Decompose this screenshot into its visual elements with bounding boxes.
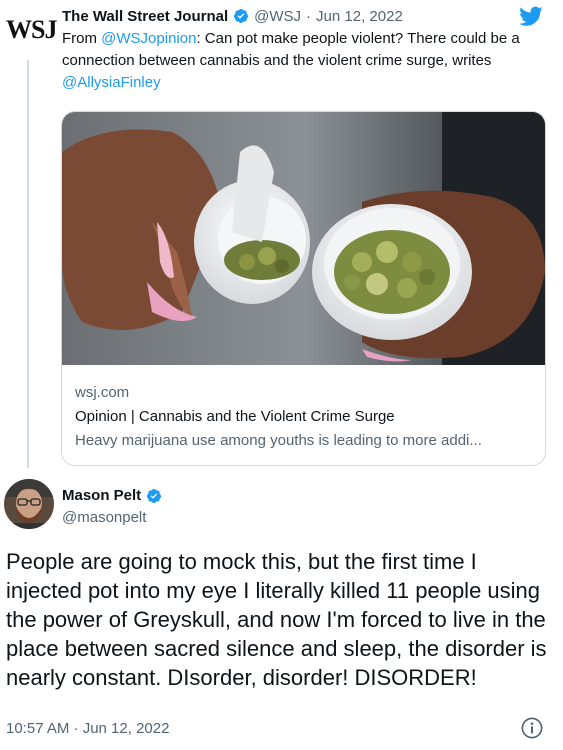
verified-badge-icon <box>147 488 162 503</box>
quoted-author-handle[interactable]: @WSJ <box>254 8 301 25</box>
thread-connector-line <box>27 60 29 468</box>
avatar[interactable] <box>4 479 54 529</box>
tweet-text-segment: From <box>62 30 102 47</box>
mention-link-allysiafinley[interactable]: @AllysiaFinley <box>62 74 161 91</box>
link-preview-card[interactable]: wsj.com Opinion | Cannabis and the Viole… <box>61 111 546 466</box>
main-tweet-author: Mason Pelt <box>62 487 162 504</box>
main-tweet-text: People are going to mock this, but the f… <box>6 549 547 690</box>
verified-badge-icon <box>234 9 249 23</box>
author-display-name[interactable]: Mason Pelt <box>62 487 141 504</box>
card-domain: wsj.com <box>75 384 130 401</box>
quoted-tweet-date[interactable]: Jun 12, 2022 <box>316 8 403 25</box>
wsj-avatar-logo[interactable]: WSJ <box>6 12 57 48</box>
quoted-tweet-header: The Wall Street Journal @WSJ · Jun 12, 2… <box>62 5 403 27</box>
tweet-timestamp[interactable]: 10:57 AM · Jun 12, 2022 <box>6 720 169 737</box>
mention-link-wsjopinion[interactable]: @WSJopinion <box>101 30 196 47</box>
twitter-bird-icon[interactable] <box>517 4 545 28</box>
card-image-cannabis-jars[interactable] <box>62 112 545 365</box>
info-icon[interactable] <box>521 717 543 739</box>
meta-separator: · <box>306 7 312 25</box>
author-handle[interactable]: @masonpelt <box>62 509 146 526</box>
quoted-tweet-text: From @WSJopinion: Can pot make people vi… <box>62 28 542 94</box>
quoted-author-name[interactable]: The Wall Street Journal <box>62 8 228 25</box>
card-description: Heavy marijuana use among youths is lead… <box>75 432 482 449</box>
card-title[interactable]: Opinion | Cannabis and the Violent Crime… <box>75 408 395 425</box>
